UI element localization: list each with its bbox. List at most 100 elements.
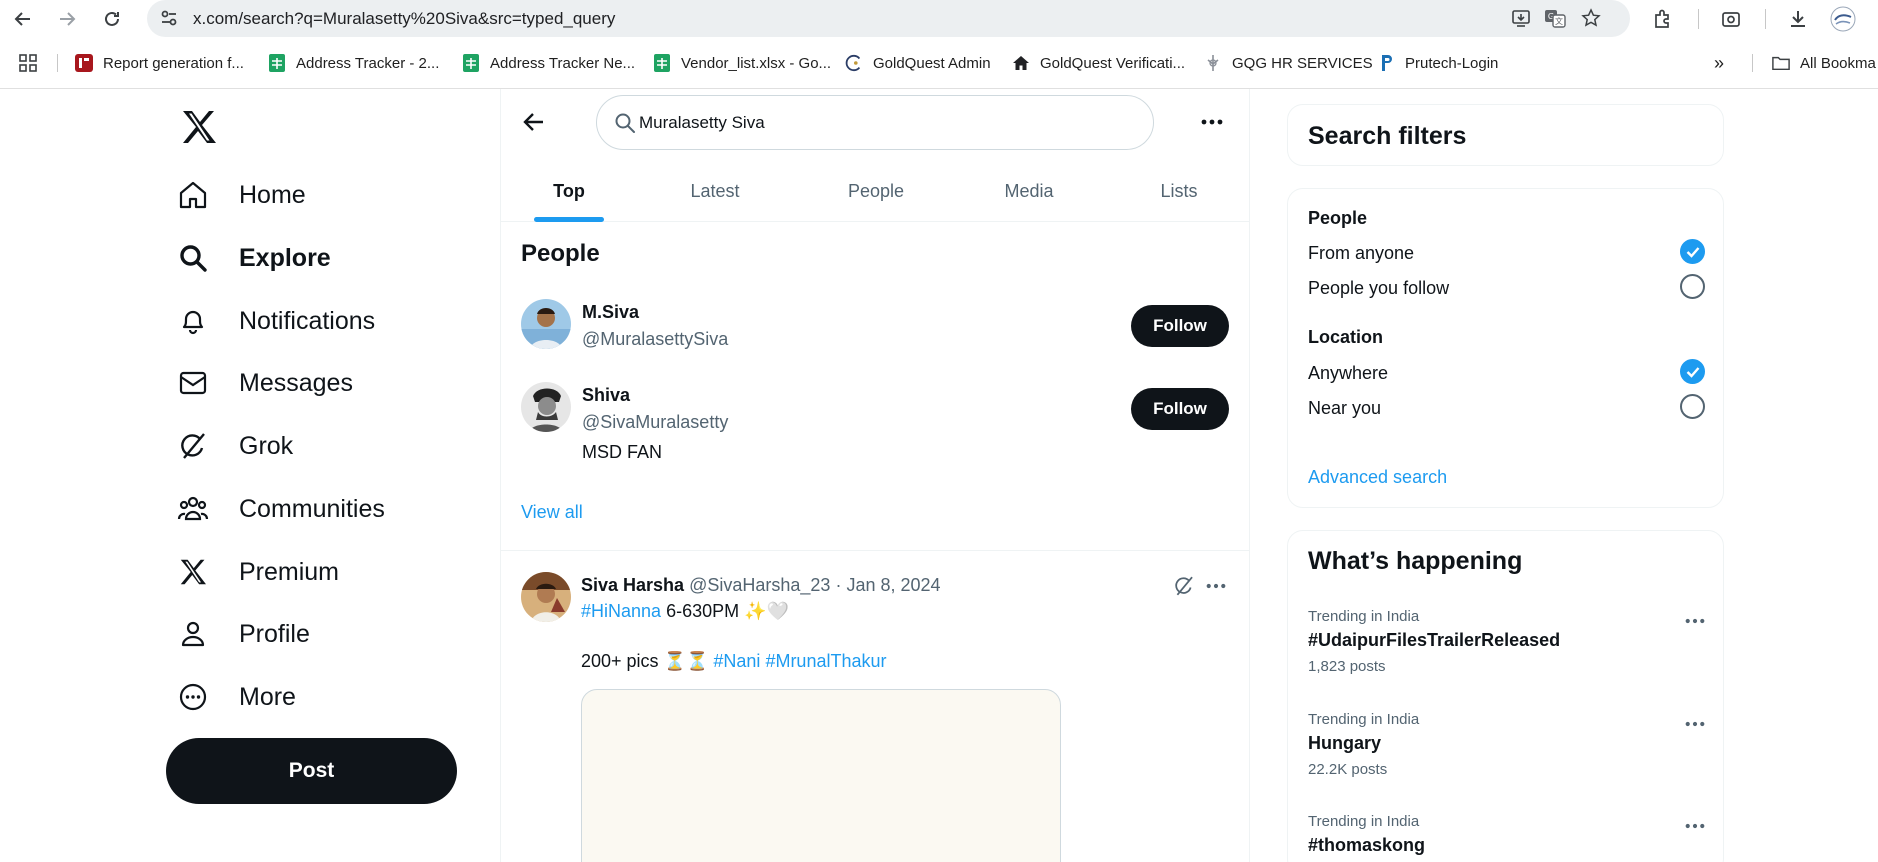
trend-topic[interactable]: Hungary: [1308, 733, 1708, 754]
nav-grok[interactable]: Grok: [176, 424, 293, 468]
bookmark-label: GoldQuest Verificati...: [1040, 54, 1186, 72]
nav-notifications[interactable]: Notifications: [176, 299, 375, 343]
forward-arrow-icon[interactable]: [55, 7, 79, 31]
avatar[interactable]: [521, 382, 571, 432]
more-horizontal-icon[interactable]: [1682, 714, 1708, 734]
tab-latest[interactable]: Latest: [667, 160, 763, 222]
home-icon: [1012, 54, 1030, 72]
radio-near-you[interactable]: [1680, 394, 1705, 419]
hashtag-link[interactable]: #MrunalThakur: [765, 651, 886, 671]
tweet-media[interactable]: [581, 689, 1061, 862]
post-button[interactable]: Post: [166, 738, 457, 804]
star-bookmark-icon[interactable]: [1579, 6, 1603, 30]
person-name[interactable]: Shiva: [582, 385, 630, 406]
search-input[interactable]: [639, 109, 1119, 137]
trend-topic[interactable]: #thomaskong: [1308, 835, 1708, 856]
nav-explore[interactable]: Explore: [176, 236, 331, 280]
nav-messages[interactable]: Messages: [176, 361, 353, 405]
download-icon[interactable]: [1785, 6, 1811, 32]
nav-profile[interactable]: Profile: [176, 612, 310, 656]
hashtag-link[interactable]: #Nani: [713, 651, 760, 671]
bookmark-report[interactable]: Report generation f...: [75, 52, 244, 74]
bookmark-label: Vendor_list.xlsx - Go...: [681, 54, 832, 72]
folder-icon: [1772, 54, 1790, 72]
install-app-icon[interactable]: [1509, 6, 1533, 30]
nav-communities[interactable]: Communities: [176, 487, 385, 531]
section-divider: [501, 550, 1249, 551]
filter-group-location: Location: [1308, 327, 1383, 347]
person-row[interactable]: Shiva @SivaMuralasetty MSD FAN Follow: [501, 375, 1249, 475]
all-bookmarks[interactable]: All Bookma: [1772, 52, 1876, 74]
gqg-icon: [1204, 54, 1222, 72]
address-bar[interactable]: x.com/search?q=Muralasetty%20Siva&src=ty…: [147, 0, 1630, 37]
radio-people-you-follow[interactable]: [1680, 274, 1705, 299]
tab-people[interactable]: People: [821, 160, 931, 222]
svg-text:文: 文: [1555, 16, 1563, 26]
more-horizontal-icon[interactable]: [1682, 611, 1708, 631]
communities-icon: [176, 492, 210, 526]
radio-anywhere[interactable]: [1680, 359, 1705, 384]
filter-group-people: People: [1308, 208, 1368, 228]
bookmark-vendor-list[interactable]: Vendor_list.xlsx - Go...: [653, 52, 831, 74]
site-info-icon[interactable]: [157, 6, 181, 30]
nav-label: More: [239, 682, 296, 711]
nav-more[interactable]: More: [176, 675, 296, 719]
bookmark-goldquest-admin[interactable]: GoldQuest Admin: [845, 52, 991, 74]
bookmark-label: GQG HR SERVICES: [1232, 54, 1373, 72]
filter-option-people-you-follow[interactable]: People you follow: [1308, 278, 1449, 299]
more-horizontal-icon[interactable]: [1202, 572, 1230, 600]
bookmark-goldquest-verification[interactable]: GoldQuest Verificati...: [1012, 52, 1185, 74]
back-arrow-icon[interactable]: [520, 108, 548, 136]
tab-lists[interactable]: Lists: [1131, 160, 1227, 222]
bookmark-prutech[interactable]: Prutech-Login: [1377, 52, 1498, 74]
nav-home[interactable]: Home: [176, 173, 306, 217]
trend-item[interactable]: Trending in India #UdaipurFilesTrailerRe…: [1308, 608, 1708, 675]
follow-button[interactable]: Follow: [1131, 305, 1229, 347]
person-name[interactable]: M.Siva: [582, 302, 639, 323]
tweet-date[interactable]: Jan 8, 2024: [846, 575, 940, 595]
bookmark-label: All Bookma: [1800, 54, 1876, 72]
follow-button[interactable]: Follow: [1131, 388, 1229, 430]
person-icon: [176, 617, 210, 651]
apps-grid-icon[interactable]: [18, 52, 38, 74]
back-arrow-icon[interactable]: [11, 7, 35, 31]
tab-top[interactable]: Top: [534, 160, 604, 222]
screen-capture-icon[interactable]: [1718, 6, 1744, 32]
reload-icon[interactable]: [100, 7, 124, 31]
nav-premium[interactable]: Premium: [176, 550, 339, 594]
bookmark-address-tracker[interactable]: Address Tracker - 2...: [268, 52, 439, 74]
extensions-icon[interactable]: [1650, 6, 1676, 32]
grok-icon[interactable]: [1170, 572, 1198, 600]
profile-avatar-icon[interactable]: [1830, 6, 1856, 32]
filter-option-anywhere[interactable]: Anywhere: [1308, 363, 1388, 384]
trend-topic[interactable]: #UdaipurFilesTrailerReleased: [1308, 630, 1708, 651]
url-text[interactable]: x.com/search?q=Muralasetty%20Siva&src=ty…: [193, 9, 615, 29]
view-all-link[interactable]: View all: [521, 502, 583, 523]
advanced-search-link[interactable]: Advanced search: [1308, 467, 1447, 488]
avatar[interactable]: [521, 299, 571, 349]
hashtag-link[interactable]: #HiNanna: [581, 601, 661, 621]
more-horizontal-icon[interactable]: [1198, 108, 1226, 136]
filter-option-from-anyone[interactable]: From anyone: [1308, 243, 1414, 264]
more-horizontal-icon[interactable]: [1682, 816, 1708, 836]
prutech-icon: [1377, 54, 1395, 72]
person-row[interactable]: M.Siva @MuralasettySiva Follow: [501, 292, 1249, 372]
search-box[interactable]: [596, 95, 1154, 150]
bookmark-address-tracker-new[interactable]: Address Tracker Ne...: [462, 52, 635, 74]
avatar[interactable]: [521, 572, 571, 622]
trend-item[interactable]: Trending in India #thomaskong: [1308, 813, 1708, 856]
radio-from-anyone[interactable]: [1680, 239, 1705, 264]
chevron-right-icon[interactable]: »: [1714, 52, 1724, 74]
trend-item[interactable]: Trending in India Hungary 22.2K posts: [1308, 711, 1708, 778]
tweet-author-handle[interactable]: @SivaHarsha_23: [689, 575, 830, 595]
tweet-author-name[interactable]: Siva Harsha: [581, 575, 684, 595]
tab-media[interactable]: Media: [981, 160, 1077, 222]
bookmark-gqg-hr[interactable]: GQG HR SERVICES: [1204, 52, 1373, 74]
nav-label: Profile: [239, 619, 310, 648]
filter-option-near-you[interactable]: Near you: [1308, 398, 1381, 419]
x-logo-icon[interactable]: [176, 104, 222, 150]
translate-icon[interactable]: G文: [1543, 6, 1567, 30]
tweet-text: 200+ pics ⏳⏳: [581, 651, 714, 671]
whats-happening-panel: What’s happening Trending in India #Udai…: [1287, 530, 1724, 862]
goldquest-icon: [845, 54, 863, 72]
